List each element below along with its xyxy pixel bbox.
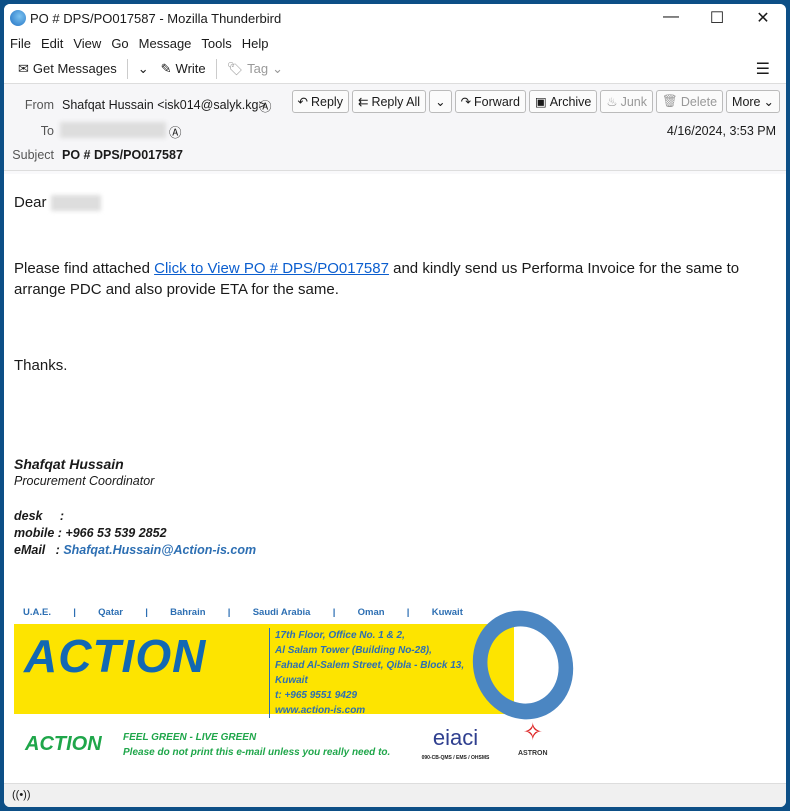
thunderbird-logo-icon — [10, 10, 26, 26]
banner-yellow: ACTION 17th Floor, Office No. 1 & 2, Al S… — [14, 624, 514, 718]
maximize-button[interactable]: ☐ — [694, 8, 740, 28]
menu-message[interactable]: Message — [139, 36, 192, 51]
reply-button[interactable]: ↶ Reply — [291, 90, 349, 113]
archive-icon: ▣ — [534, 95, 547, 109]
tag-button[interactable]: 🏷 Tag ⌄ — [221, 61, 289, 77]
astron-logo: ✧ ASTRON — [518, 719, 548, 758]
reply-all-button[interactable]: ⇇ Reply All — [351, 90, 427, 113]
action-logo: ACTION — [24, 630, 207, 682]
green-action-logo: ACTION — [25, 733, 102, 755]
menu-view[interactable]: View — [73, 36, 101, 51]
connection-status-icon[interactable]: ((•)) — [12, 789, 31, 801]
subject-value: PO # DPS/PO017587 — [62, 148, 183, 162]
forward-button[interactable]: ↷ Forward — [454, 90, 526, 113]
write-button[interactable]: ✎ Write — [155, 61, 212, 77]
menu-file[interactable]: File — [10, 36, 31, 51]
green-notice: FEEL GREEN - LIVE GREEN Please do not pri… — [123, 732, 391, 758]
company-address: 17th Floor, Office No. 1 & 2, Al Salam To… — [269, 628, 464, 718]
menu-help[interactable]: Help — [242, 36, 269, 51]
from-value[interactable]: Shafqat Hussain <isk014@salyk.kg> — [62, 98, 266, 112]
status-bar: ((•)) — [4, 783, 786, 807]
chevron-down-icon: ⌄ — [272, 60, 284, 76]
message-header: From Shafqat Hussain <isk014@salyk.kg> Ⓐ… — [4, 84, 786, 171]
forward-icon: ↷ — [460, 95, 472, 109]
minimize-button[interactable]: — — [648, 8, 694, 28]
app-menu-button[interactable]: ☰ — [750, 59, 776, 79]
junk-button[interactable]: ♨ Junk — [600, 90, 654, 113]
subject-label: Subject — [12, 148, 54, 162]
message-date: 4/16/2024, 3:53 PM — [666, 124, 776, 138]
redacted-name — [50, 195, 101, 212]
flame-icon: ♨ — [606, 95, 618, 109]
from-label: From — [24, 98, 54, 112]
reply-icon: ↶ — [297, 95, 308, 109]
archive-button[interactable]: ▣ Archive — [528, 90, 598, 113]
menu-tools[interactable]: Tools — [201, 36, 231, 51]
chevron-down-icon: ⌄ — [435, 95, 446, 109]
title-bar: PO # DPS/PO017587 - Mozilla Thunderbird … — [4, 4, 786, 32]
tag-icon: 🏷 — [226, 60, 244, 76]
window-title: PO # DPS/PO017587 - Mozilla Thunderbird — [30, 10, 282, 26]
sig-mobile: mobile : +966 53 539 2852 — [14, 526, 167, 540]
trash-icon: 🗑 — [662, 94, 678, 108]
signature: Shafqat Hussain Procurement Coordinator … — [14, 456, 776, 559]
sig-name: Shafqat Hussain — [14, 456, 124, 472]
thanks: Thanks. — [14, 357, 68, 374]
more-button[interactable]: More ⌄ — [726, 90, 780, 113]
body-paragraph: Please find attached Click to View PO # … — [14, 260, 740, 298]
message-body: Dear Please find attached Click to View … — [4, 174, 786, 783]
menu-go[interactable]: Go — [111, 36, 128, 51]
contact-icon[interactable]: Ⓐ — [169, 122, 182, 141]
redacted-recipient — [60, 122, 166, 138]
thunderbird-window: PO # DPS/PO017587 - Mozilla Thunderbird … — [4, 4, 786, 807]
menu-edit[interactable]: Edit — [41, 36, 63, 51]
delete-button[interactable]: 🗑 Delete — [656, 90, 724, 113]
mail-icon: ✉ — [18, 60, 29, 76]
sig-email-label: eMail : — [14, 543, 64, 557]
country-list: U.A.E. | Qatar | Bahrain | Saudi Arabia | Oman | K… — [23, 607, 463, 618]
sig-desk: desk : — [14, 509, 65, 523]
get-messages-button[interactable]: ✉ Get Messages — [12, 61, 123, 77]
contact-icon[interactable]: Ⓐ — [259, 96, 272, 115]
company-banner: U.A.E. | Qatar | Bahrain | Saudi Arabia | Oman | K… — [13, 596, 589, 792]
get-messages-dropdown[interactable]: ⌄ — [132, 61, 155, 77]
reply-all-icon: ⇇ — [357, 95, 369, 109]
hamburger-icon: ☰ — [755, 60, 770, 78]
malicious-link[interactable]: Click to View PO # DPS/PO017587 — [154, 260, 389, 277]
menu-bar: File Edit View Go Message Tools Help — [4, 32, 786, 54]
pencil-icon: ✎ — [160, 60, 172, 76]
to-label: To — [40, 124, 54, 138]
chevron-down-icon: ⌄ — [137, 60, 149, 76]
sig-title: Procurement Coordinator — [14, 474, 155, 488]
main-toolbar: ✉ Get Messages ⌄ ✎ Write 🏷 Tag ⌄ ☰ — [4, 54, 786, 84]
close-button[interactable]: ✕ — [740, 8, 786, 28]
chevron-down-icon: ⌄ — [763, 95, 774, 109]
eiac-logo: eiaci 090-CB-QMS / EMS / OHSMS — [421, 725, 490, 762]
greeting: Dear — [14, 192, 776, 213]
reply-all-dropdown[interactable]: ⌄ — [429, 90, 452, 113]
sig-email-link[interactable]: Shafqat.Hussain@Action-is.com — [63, 543, 256, 557]
